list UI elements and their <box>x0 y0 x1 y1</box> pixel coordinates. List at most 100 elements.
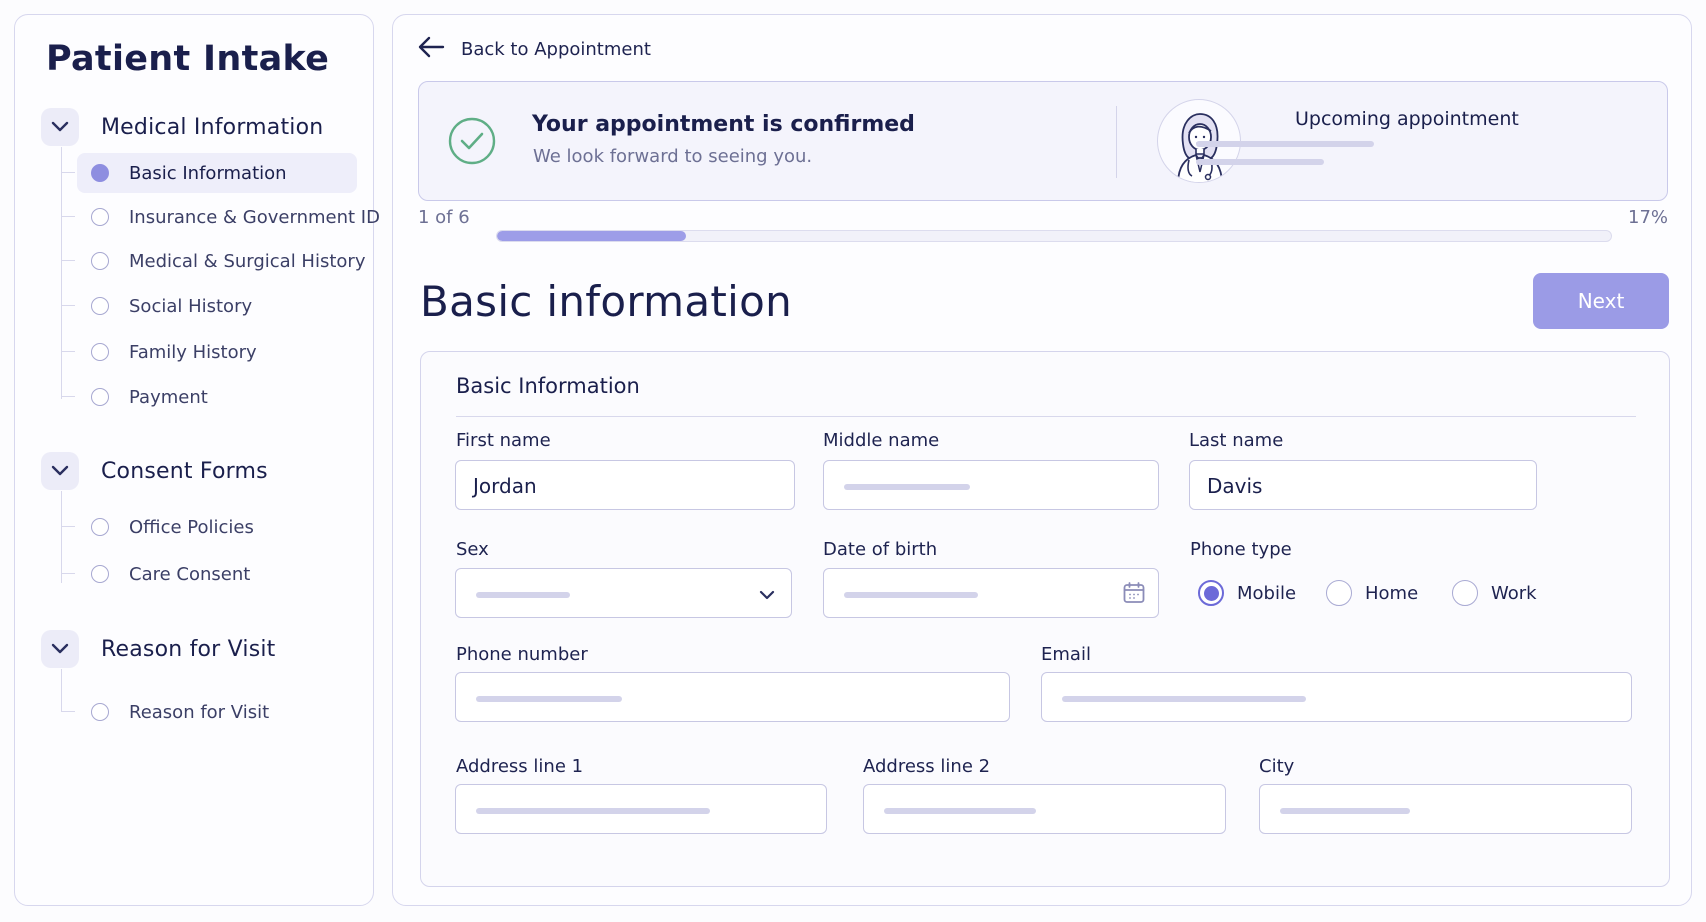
back-label: Back to Appointment <box>461 38 651 60</box>
main-panel: Back to Appointment Your appointment is … <box>392 14 1692 906</box>
page-title: Basic information <box>420 277 793 326</box>
step-pending-icon <box>91 297 109 315</box>
form-section-title: Basic Information <box>456 374 640 398</box>
sidebar-item-label: Payment <box>129 386 208 408</box>
sidebar-item-label: Insurance & Government ID <box>129 206 380 228</box>
phone-type-home-radio[interactable]: Home <box>1326 580 1418 606</box>
upcoming-detail-placeholder <box>1196 141 1374 147</box>
step-pending-icon <box>91 388 109 406</box>
first-name-field[interactable]: Jordan <box>455 460 795 510</box>
section-toggle-medical-information[interactable]: Medical Information <box>41 107 323 147</box>
middle-name-field[interactable] <box>823 460 1159 510</box>
tree-connector <box>61 147 62 399</box>
input-placeholder <box>884 808 1036 814</box>
sidebar-item-payment[interactable]: Payment <box>61 377 357 417</box>
chevron-down-icon <box>41 108 79 146</box>
step-pending-icon <box>91 518 109 536</box>
section-title: Reason for Visit <box>101 636 276 662</box>
input-placeholder <box>476 696 622 702</box>
progress-percent: 17% <box>1628 207 1669 228</box>
date-of-birth-field[interactable] <box>823 568 1159 618</box>
banner-divider <box>1116 106 1117 178</box>
radio-label: Mobile <box>1237 582 1297 604</box>
basic-information-form: Basic Information First name Jordan Midd… <box>420 351 1670 887</box>
sidebar-item-care-consent[interactable]: Care Consent <box>61 554 357 594</box>
step-pending-icon <box>91 343 109 361</box>
sidebar-item-social-history[interactable]: Social History <box>61 286 357 326</box>
sidebar-item-label: Social History <box>129 295 253 317</box>
phone-type-mobile-radio[interactable]: Mobile <box>1198 580 1296 606</box>
city-field[interactable] <box>1259 784 1632 834</box>
last-name-field[interactable]: Davis <box>1189 460 1537 510</box>
sidebar-item-label: Reason for Visit <box>129 701 270 723</box>
radio-label: Home <box>1365 582 1419 604</box>
chevron-down-icon <box>41 452 79 490</box>
phone-number-label: Phone number <box>456 644 588 665</box>
last-name-label: Last name <box>1189 430 1284 451</box>
upcoming-appointment-title: Upcoming appointment <box>1295 108 1519 130</box>
address-line-2-field[interactable] <box>863 784 1226 834</box>
app-title: Patient Intake <box>46 39 330 79</box>
step-pending-icon <box>91 208 109 226</box>
calendar-icon[interactable] <box>1122 581 1146 609</box>
phone-type-work-radio[interactable]: Work <box>1452 580 1537 606</box>
section-toggle-consent-forms[interactable]: Consent Forms <box>41 451 268 491</box>
sidebar-item-label: Care Consent <box>129 563 251 585</box>
input-placeholder <box>844 592 978 598</box>
middle-name-label: Middle name <box>823 430 940 451</box>
section-title: Consent Forms <box>101 458 268 484</box>
phone-type-label: Phone type <box>1190 539 1292 560</box>
radio-unselected-icon <box>1326 580 1352 606</box>
sidebar-item-reason-for-visit[interactable]: Reason for Visit <box>61 692 357 732</box>
address-line-1-label: Address line 1 <box>456 756 584 777</box>
address-line-2-label: Address line 2 <box>863 756 991 777</box>
sidebar-item-label: Office Policies <box>129 516 254 538</box>
sidebar-item-office-policies[interactable]: Office Policies <box>61 507 357 547</box>
sex-select[interactable] <box>455 568 792 618</box>
confirmation-title: Your appointment is confirmed <box>532 112 915 137</box>
chevron-down-icon <box>41 630 79 668</box>
city-label: City <box>1259 756 1295 777</box>
sidebar-item-insurance-government-id[interactable]: Insurance & Government ID <box>61 197 380 237</box>
input-placeholder <box>1062 696 1306 702</box>
sidebar-item-label: Medical & Surgical History <box>129 250 366 272</box>
tree-connector <box>61 669 62 711</box>
email-field[interactable] <box>1041 672 1632 722</box>
last-name-value: Davis <box>1207 474 1263 498</box>
address-line-1-field[interactable] <box>455 784 827 834</box>
confirmation-subtitle: We look forward to seeing you. <box>533 146 813 167</box>
radio-label: Work <box>1491 582 1537 604</box>
check-circle-icon <box>447 116 497 166</box>
confirmation-banner: Your appointment is confirmed We look fo… <box>418 81 1668 201</box>
section-title: Medical Information <box>101 114 324 140</box>
phone-number-field[interactable] <box>455 672 1010 722</box>
back-to-appointment-link[interactable]: Back to Appointment <box>417 33 651 65</box>
input-placeholder <box>476 808 710 814</box>
step-current-icon <box>91 164 109 182</box>
section-toggle-reason-for-visit[interactable]: Reason for Visit <box>41 629 276 669</box>
sidebar-item-basic-information[interactable]: Basic Information <box>61 153 357 193</box>
input-placeholder <box>1280 808 1410 814</box>
date-of-birth-label: Date of birth <box>823 539 938 560</box>
email-label: Email <box>1041 644 1091 665</box>
divider <box>456 416 1636 417</box>
first-name-value: Jordan <box>473 474 537 498</box>
arrow-left-icon <box>417 35 445 63</box>
sidebar-item-medical-surgical-history[interactable]: Medical & Surgical History <box>61 241 365 281</box>
radio-selected-icon <box>1198 580 1224 606</box>
step-pending-icon <box>91 703 109 721</box>
input-placeholder <box>476 592 570 598</box>
sidebar-item-label: Family History <box>129 341 257 363</box>
step-pending-icon <box>91 252 109 270</box>
input-placeholder <box>844 484 970 490</box>
sidebar-item-family-history[interactable]: Family History <box>61 332 357 372</box>
first-name-label: First name <box>456 430 551 451</box>
sidebar: Patient Intake Medical Information Basic… <box>14 14 380 906</box>
next-button[interactable]: Next <box>1533 273 1669 329</box>
chevron-down-icon <box>759 586 775 605</box>
progress-bar <box>496 230 1612 242</box>
tree-connector <box>61 491 62 583</box>
sex-label: Sex <box>456 539 489 560</box>
step-pending-icon <box>91 565 109 583</box>
step-counter: 1 of 6 <box>418 207 470 228</box>
